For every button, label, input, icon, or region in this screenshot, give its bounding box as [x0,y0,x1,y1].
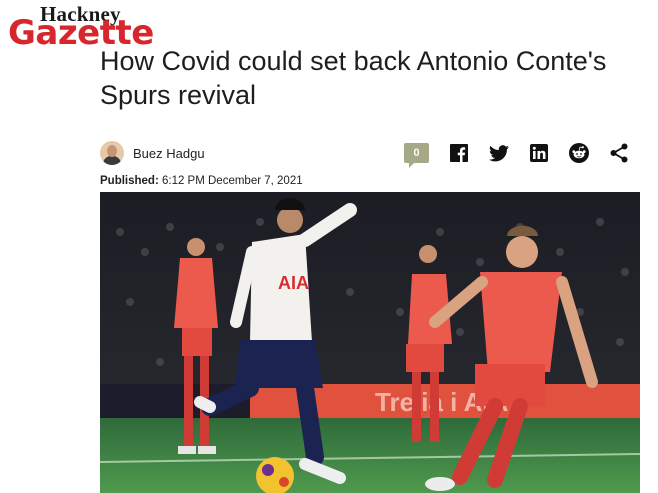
reddit-icon[interactable] [569,143,589,163]
article-hero-image[interactable]: Tre ia i AIA AIA [100,192,640,493]
comment-count-badge[interactable]: 0 [404,143,429,168]
byline: Buez Hadgu [100,140,205,166]
share-bar: 0 [404,141,629,168]
twitter-icon[interactable] [489,143,509,163]
share-icon[interactable] [609,143,629,163]
article-headline: How Covid could set back Antonio Conte's… [100,46,607,110]
site-logo[interactable]: Hackney Gazette [8,2,188,52]
facebook-icon[interactable] [449,143,469,163]
hero-photo: Tre ia i AIA AIA [100,192,640,493]
author-name[interactable]: Buez Hadgu [133,146,205,161]
shirt-sponsor-text: AIA [278,273,309,293]
published-date: Published: 6:12 PM December 7, 2021 [100,175,303,187]
published-value: 6:12 PM December 7, 2021 [161,175,303,187]
published-label: Published: [100,175,159,187]
author-avatar[interactable] [100,141,124,165]
linkedin-icon[interactable] [529,143,549,163]
